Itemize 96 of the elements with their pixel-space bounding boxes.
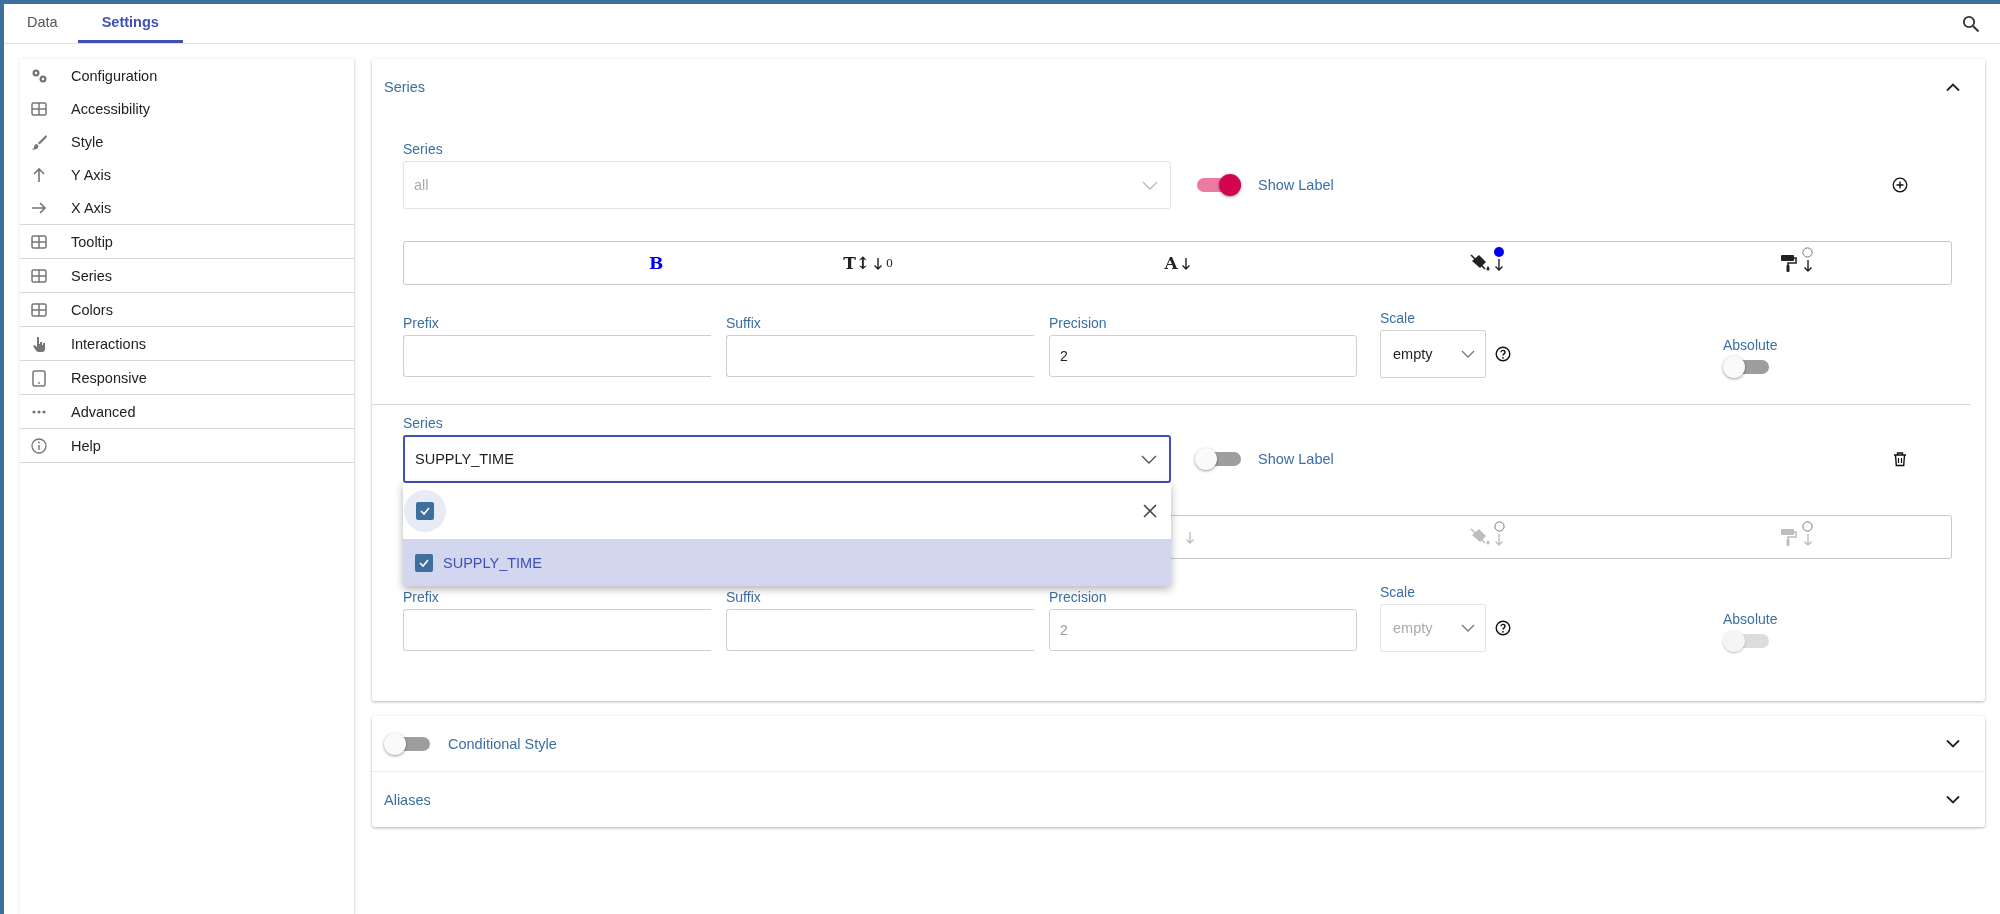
sidebar-item-label: Colors [71, 301, 113, 318]
sidebar-item-label: Interactions [71, 335, 146, 352]
sidebar-item-label: Configuration [71, 67, 158, 84]
bold-button[interactable]: B [404, 242, 714, 284]
sidebar-item[interactable]: X Axis [20, 191, 354, 224]
grid-icon [30, 99, 48, 118]
tab[interactable]: Data [7, 4, 78, 43]
toggle-switch[interactable] [384, 731, 430, 756]
field-label: Suffix [726, 315, 762, 331]
sidebar-item[interactable]: Help [20, 429, 354, 462]
sidebar-item-label: Help [71, 437, 101, 454]
font-button[interactable]: A [1022, 242, 1333, 284]
add-circle-icon[interactable] [1892, 177, 1908, 193]
chevron-down-icon [1141, 454, 1157, 464]
chevron-up-icon[interactable] [1945, 82, 1961, 92]
input-field[interactable] [726, 335, 1034, 377]
empty-circle-icon [1493, 520, 1505, 532]
arrow-down-icon [1802, 532, 1813, 546]
arrow-down-icon [873, 256, 884, 270]
sidebar-item-label: Accessibility [71, 100, 150, 117]
scale-select[interactable]: empty [1380, 330, 1486, 378]
arrow-down-icon [1185, 530, 1196, 544]
input-field[interactable] [403, 609, 711, 651]
arrow-down-icon [1494, 532, 1505, 546]
trash-icon[interactable] [1892, 451, 1908, 467]
option-label: SUPPLY_TIME [443, 554, 542, 571]
grid-icon [30, 232, 48, 251]
check-icon [418, 557, 430, 568]
sidebar-item[interactable]: Series [20, 259, 354, 292]
chevron-down-icon [1461, 350, 1475, 358]
chevron-down-icon [1461, 624, 1475, 632]
chevron-down-icon[interactable] [1945, 738, 1961, 749]
panel-title: Conditional Style [448, 735, 557, 752]
chevron-down-icon [1142, 180, 1158, 190]
sidebar-item[interactable]: Style [20, 125, 354, 158]
dots-icon [32, 409, 46, 414]
empty-circle-icon [1802, 520, 1814, 532]
paint-roller-icon [1779, 527, 1800, 547]
sidebar-item-label: Y Axis [71, 166, 112, 183]
help-icon[interactable] [1495, 620, 1511, 636]
chevron-down-icon[interactable] [1945, 794, 1961, 805]
field-label: Prefix [403, 315, 440, 331]
toggle-label: Show Label [1258, 177, 1334, 193]
paint-bucket-icon [1469, 253, 1492, 273]
arrow-down-icon [1802, 258, 1813, 272]
panel-header[interactable]: Aliases [372, 772, 1985, 827]
panel-title: Aliases [384, 791, 431, 808]
sidebar-item-label: Responsive [71, 369, 147, 386]
input-field[interactable] [403, 335, 711, 377]
arrow-down-icon [1180, 256, 1191, 270]
field-label: Scale [1380, 584, 1417, 600]
paint-bucket-icon [1468, 527, 1491, 547]
field-label: Series [403, 141, 444, 157]
panel-title: Series [384, 79, 426, 95]
sidebar-item[interactable]: Interactions [20, 327, 354, 360]
sidebar-item[interactable]: Accessibility [20, 92, 354, 125]
search-icon[interactable] [1962, 14, 1980, 33]
close-icon[interactable] [1143, 504, 1157, 518]
toggle-switch[interactable] [1723, 355, 1769, 379]
field-label: Prefix [403, 589, 440, 605]
toggle-label: Show Label [1258, 451, 1334, 467]
field-label: Precision [1049, 315, 1108, 331]
input-field[interactable] [726, 609, 1034, 651]
field-label: Suffix [726, 589, 762, 605]
sidebar-item[interactable]: Configuration [20, 59, 354, 92]
font-size-button[interactable]: T↕ 0 [713, 242, 1023, 284]
empty-circle-icon [1802, 246, 1814, 258]
sidebar-item[interactable]: Tooltip [20, 225, 354, 258]
field-label: Precision [1049, 589, 1108, 605]
sidebar-item[interactable]: Responsive [20, 361, 354, 394]
field-label: Scale [1380, 310, 1417, 326]
font-size-value: 0 [886, 256, 894, 270]
hand-pointer-icon [30, 334, 48, 353]
help-icon[interactable] [1495, 346, 1511, 362]
sidebar-item-label: Style [71, 133, 104, 150]
sidebar-item-label: Series [71, 267, 113, 284]
sidebar-item-label: Advanced [71, 403, 136, 420]
input-field[interactable]: 2 [1049, 335, 1357, 377]
toggle-switch[interactable] [1195, 173, 1241, 197]
sidebar-item[interactable]: Colors [20, 293, 354, 326]
arrow-down-icon [1494, 258, 1505, 271]
field-label: Absolute [1723, 337, 1778, 353]
grid-icon [30, 266, 48, 285]
sidebar-item-label: Tooltip [71, 233, 113, 250]
sidebar-item[interactable]: Y Axis [20, 158, 354, 191]
grid-icon [30, 300, 48, 319]
info-icon [30, 436, 48, 455]
check-icon [419, 506, 431, 516]
field-label: Series [403, 415, 444, 431]
sidebar-item-label: X Axis [71, 199, 112, 216]
tab[interactable]: Settings [77, 4, 183, 43]
sidebar-item[interactable]: Advanced [20, 395, 354, 428]
tablet-icon [30, 368, 48, 387]
panel-header[interactable]: Conditional Style [372, 716, 1985, 772]
field-label: Absolute [1723, 611, 1778, 627]
paint-roller-icon [1779, 253, 1800, 273]
